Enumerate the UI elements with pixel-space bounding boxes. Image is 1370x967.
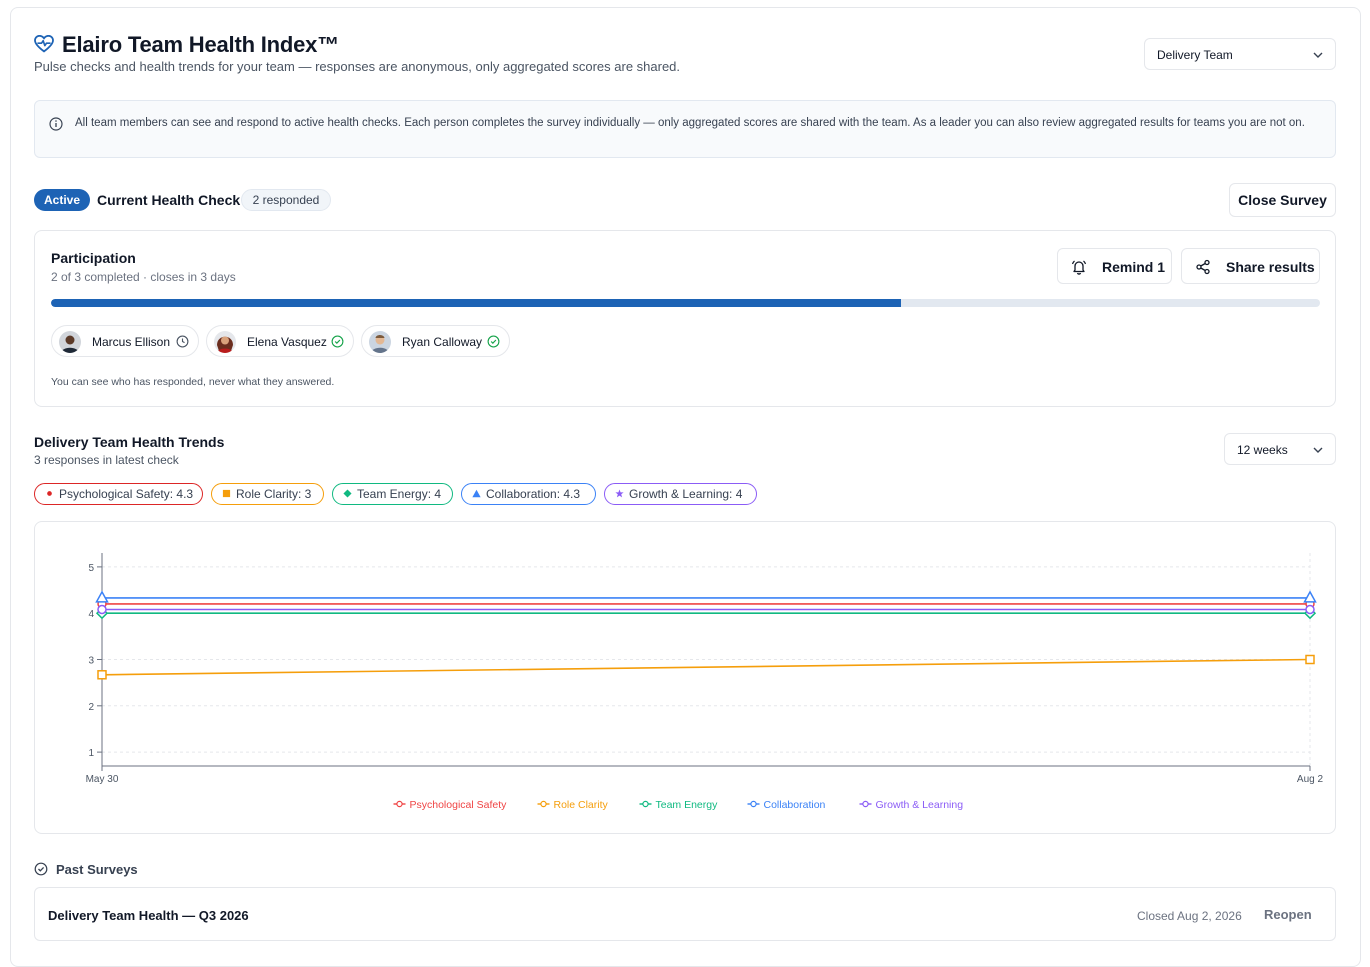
triangle-marker-icon bbox=[472, 489, 481, 498]
range-select-value: 12 weeks bbox=[1237, 443, 1288, 457]
y-tick-label: 3 bbox=[88, 656, 94, 667]
check-circle-icon bbox=[487, 335, 500, 348]
legend-marker bbox=[750, 800, 757, 808]
legend-marker bbox=[396, 800, 403, 808]
square-marker-icon bbox=[222, 489, 231, 498]
participation-progress-fill bbox=[51, 299, 902, 307]
metric-pill-team-energy[interactable]: Team Energy: 4 bbox=[332, 483, 453, 505]
remind-label: Remind 1 bbox=[1102, 259, 1166, 275]
metric-pill-label: Psychological Safety: 4.3 bbox=[59, 487, 194, 501]
team-select-value: Delivery Team bbox=[1157, 48, 1233, 62]
data-point bbox=[95, 590, 109, 603]
share-results-button[interactable]: Share results bbox=[1181, 248, 1320, 284]
legend-label: Team Energy bbox=[656, 799, 719, 811]
bell-icon bbox=[1071, 260, 1087, 275]
member-name: Elena Vasquez bbox=[247, 335, 327, 349]
legend-marker bbox=[862, 800, 869, 808]
avatar bbox=[59, 331, 81, 353]
clock-icon bbox=[176, 335, 189, 348]
share-icon bbox=[1196, 259, 1210, 275]
diamond-marker-icon bbox=[343, 489, 352, 498]
member-name: Marcus Ellison bbox=[92, 335, 171, 349]
metric-pill-growth-learning[interactable]: Growth & Learning: 4 bbox=[604, 483, 757, 505]
past-survey-row[interactable]: Delivery Team Health — Q3 2026 Closed Au… bbox=[34, 887, 1336, 941]
avatar bbox=[214, 331, 236, 353]
info-banner: All team members can see and respond to … bbox=[34, 100, 1336, 158]
circle-marker-icon bbox=[47, 491, 52, 496]
legend-marker bbox=[540, 800, 547, 808]
series-line bbox=[101, 658, 1311, 676]
close-survey-button[interactable]: Close Survey bbox=[1229, 183, 1336, 217]
member-name: Ryan Calloway bbox=[402, 335, 483, 349]
trends-subtitle: 3 responses in latest check bbox=[34, 453, 179, 467]
legend-marker bbox=[642, 800, 649, 808]
privacy-note: You can see who has responded, never wha… bbox=[51, 376, 335, 388]
participation-progress-bar bbox=[51, 299, 1320, 307]
team-select[interactable]: Delivery Team bbox=[1144, 38, 1336, 70]
x-tick-label: Aug 2 bbox=[1297, 774, 1324, 785]
trends-line-chart: 1 2 3 4 5 May 30 Aug 2 Psychological Safety Role… bbox=[86, 553, 1324, 811]
trends-chart-card: 1 2 3 4 5 May 30 Aug 2 Psychological Safety Role… bbox=[34, 521, 1336, 834]
participation-subtitle: 2 of 3 completed · closes in 3 days bbox=[51, 270, 236, 284]
remind-button[interactable]: Remind 1 bbox=[1057, 248, 1172, 284]
metric-pill-label: Growth & Learning: 4 bbox=[629, 487, 743, 501]
past-survey-closed-date: Closed Aug 2, 2026 bbox=[1137, 909, 1242, 923]
data-point bbox=[1305, 604, 1315, 615]
reopen-button[interactable]: Reopen bbox=[1264, 907, 1312, 922]
info-icon bbox=[49, 117, 63, 131]
member-chip: Ryan Calloway bbox=[361, 325, 510, 357]
data-point bbox=[97, 604, 107, 615]
past-survey-name: Delivery Team Health — Q3 2026 bbox=[48, 908, 249, 923]
metric-pill-psychological-safety[interactable]: Psychological Safety: 4.3 bbox=[34, 483, 203, 505]
star-marker-icon bbox=[615, 489, 624, 498]
metric-pill-label: Role Clarity: 3 bbox=[236, 487, 312, 501]
info-text: All team members can see and respond to … bbox=[75, 117, 1305, 129]
participation-card: Participation 2 of 3 completed · closes … bbox=[34, 230, 1336, 407]
responded-badge: 2 responded bbox=[241, 189, 331, 211]
current-check-title: Current Health Check bbox=[97, 192, 241, 208]
check-circle-icon bbox=[34, 862, 48, 876]
y-tick-label: 1 bbox=[88, 748, 94, 759]
check-circle-icon bbox=[331, 335, 344, 348]
range-select[interactable]: 12 weeks bbox=[1224, 433, 1336, 465]
member-chip: Elena Vasquez bbox=[206, 325, 354, 357]
heart-pulse-icon bbox=[34, 35, 54, 53]
participation-title: Participation bbox=[51, 250, 136, 266]
trends-title: Delivery Team Health Trends bbox=[34, 434, 225, 450]
metric-pill-label: Collaboration: 4.3 bbox=[486, 487, 581, 501]
page-title: Elairo Team Health Index™ bbox=[62, 32, 340, 57]
legend-label: Psychological Safety bbox=[410, 799, 508, 811]
legend-label: Role Clarity bbox=[554, 799, 609, 811]
share-label: Share results bbox=[1226, 259, 1315, 275]
data-point bbox=[97, 670, 107, 680]
chevron-down-icon bbox=[1313, 447, 1323, 453]
page-subtitle: Pulse checks and health trends for your … bbox=[34, 59, 681, 74]
y-tick-label: 2 bbox=[88, 702, 94, 713]
x-tick-label: May 30 bbox=[86, 774, 119, 785]
metric-pill-label: Team Energy: 4 bbox=[357, 487, 442, 501]
data-point bbox=[1303, 590, 1317, 603]
metric-pill-collaboration[interactable]: Collaboration: 4.3 bbox=[461, 483, 596, 505]
legend-label: Collaboration bbox=[764, 799, 826, 811]
y-tick-label: 4 bbox=[88, 609, 94, 620]
status-badge: Active bbox=[34, 189, 90, 211]
avatar bbox=[369, 331, 391, 353]
data-point bbox=[1305, 654, 1315, 665]
metric-pill-role-clarity[interactable]: Role Clarity: 3 bbox=[211, 483, 324, 505]
chevron-down-icon bbox=[1313, 52, 1323, 58]
legend-label: Growth & Learning bbox=[876, 799, 964, 811]
past-surveys-title: Past Surveys bbox=[56, 862, 138, 877]
y-tick-label: 5 bbox=[88, 563, 94, 574]
member-chip: Marcus Ellison bbox=[51, 325, 199, 357]
